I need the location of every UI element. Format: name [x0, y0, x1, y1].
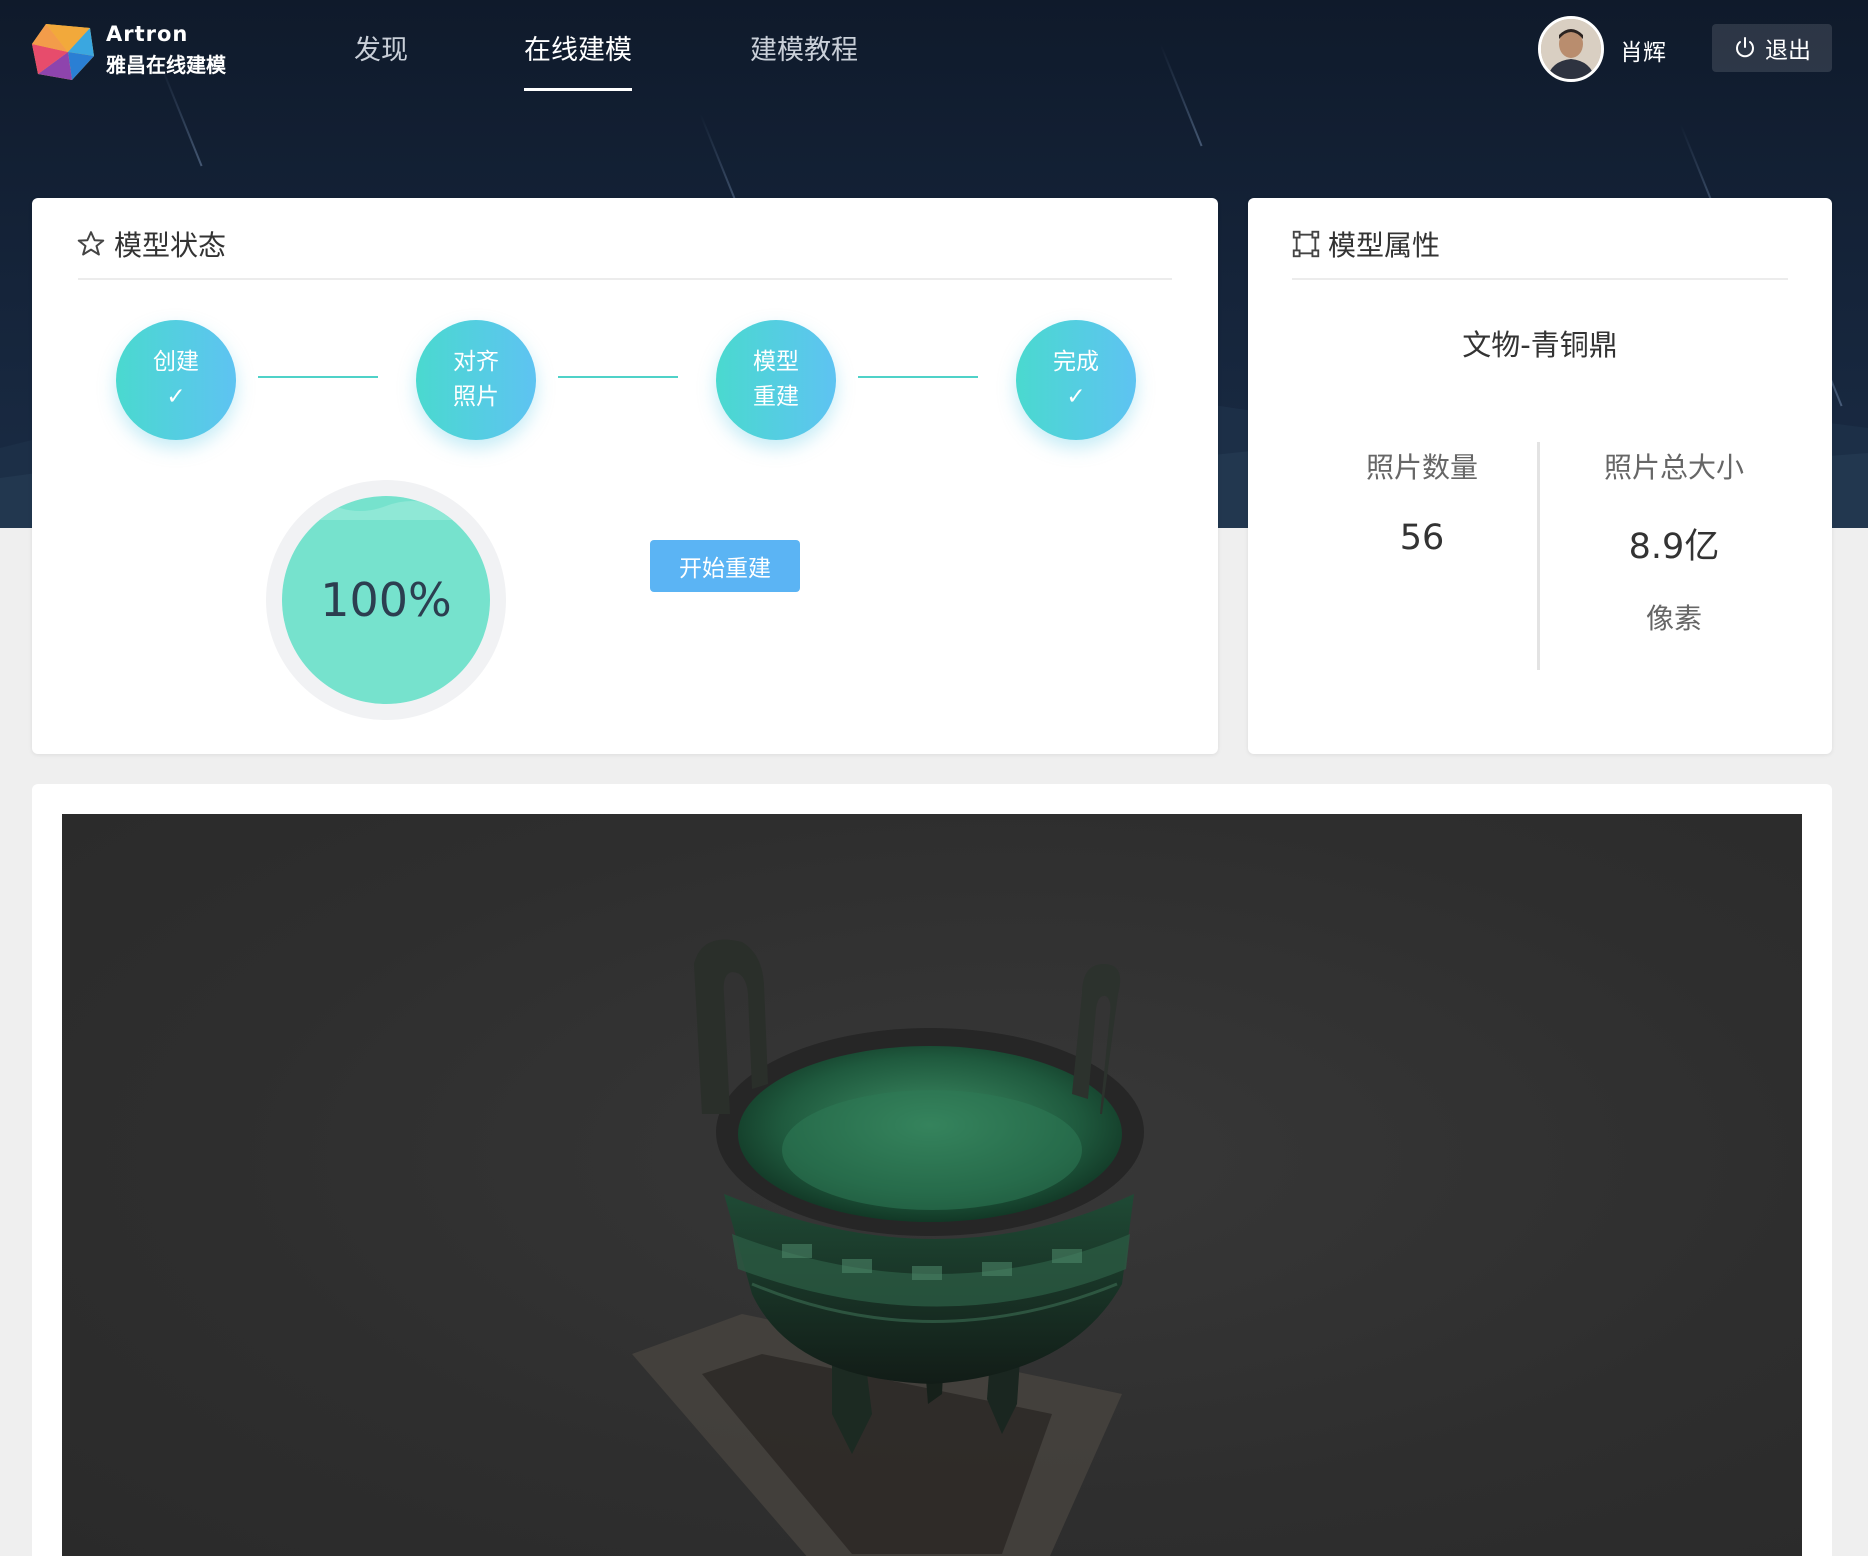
step-model-rebuild: 模型 重建 — [716, 320, 836, 440]
bronze-ding-model — [632, 939, 1144, 1556]
user-name: 肖辉 — [1620, 40, 1666, 66]
star-icon — [77, 231, 105, 256]
step-create-label: 创建 — [153, 349, 199, 375]
step-complete-label: 完成 — [1053, 349, 1099, 375]
step-align-line2: 照片 — [453, 384, 499, 410]
step-connector — [858, 376, 978, 378]
model-name: 文物-青铜鼎 — [1462, 328, 1618, 362]
photo-size-value: 8.9亿 — [1628, 527, 1720, 567]
nav-online-modeling-label: 在线建模 — [524, 35, 632, 66]
artron-logo-icon — [32, 24, 94, 80]
model-status-title: 模型状态 — [114, 229, 227, 262]
brand-name-en: Artron — [106, 22, 189, 46]
progress-ring: 100% — [266, 480, 506, 720]
check-icon: ✓ — [166, 384, 186, 410]
nav-online-modeling[interactable]: 在线建模 — [524, 28, 632, 91]
brand-logo[interactable]: Artron 雅昌在线建模 — [32, 22, 232, 82]
photo-size-label: 照片总大小 — [1603, 451, 1744, 484]
photo-size-stat: 照片总大小 8.9亿 像素 — [1564, 446, 1784, 637]
check-icon: ✓ — [1066, 384, 1086, 410]
step-create: 创建 ✓ — [116, 320, 236, 440]
step-rebuild-line2: 重建 — [753, 384, 799, 410]
step-complete: 完成 ✓ — [1016, 320, 1136, 440]
user-photo-icon — [1541, 19, 1601, 79]
model-properties-header: 模型属性 — [1292, 224, 1440, 264]
start-rebuild-button[interactable]: 开始重建 — [650, 540, 800, 592]
step-align-line1: 对齐 — [453, 349, 499, 375]
brand-name-cn: 雅昌在线建模 — [106, 53, 226, 77]
bounding-box-icon — [1292, 230, 1320, 258]
top-navigation-bar: Artron 雅昌在线建模 发现 在线建模 建模教程 肖辉 退出 — [0, 0, 1868, 95]
model-status-card: 模型状态 创建 ✓ 对齐 照片 模型 重建 完成 ✓ 100% 开始重建 — [32, 198, 1218, 754]
model-properties-card: 模型属性 文物-青铜鼎 照片数量 56 照片总大小 8.9亿 像素 — [1248, 198, 1832, 754]
card-divider — [78, 278, 1172, 280]
model-status-header: 模型状态 — [76, 224, 226, 264]
user-avatar[interactable] — [1538, 16, 1604, 82]
progress-percent: 100% — [320, 573, 452, 627]
step-connector — [258, 376, 378, 378]
photo-count-label: 照片数量 — [1365, 451, 1478, 484]
model-3d-viewer[interactable] — [62, 814, 1802, 1556]
photo-count-value: 56 — [1399, 518, 1445, 558]
power-icon — [1736, 37, 1754, 58]
photo-size-unit: 像素 — [1645, 602, 1702, 635]
photo-count-stat: 照片数量 56 — [1322, 446, 1522, 558]
active-tab-indicator — [524, 88, 632, 91]
step-rebuild-line1: 模型 — [753, 349, 799, 375]
step-connector — [558, 376, 678, 378]
model-properties-title: 模型属性 — [1328, 229, 1441, 262]
progress-circle: 100% — [282, 496, 490, 704]
stats-divider — [1537, 442, 1540, 670]
logout-label: 退出 — [1765, 38, 1811, 64]
logout-button[interactable]: 退出 — [1712, 24, 1832, 72]
nav-discover[interactable]: 发现 — [354, 28, 408, 67]
nav-modeling-tutorial[interactable]: 建模教程 — [750, 28, 858, 67]
card-divider — [1292, 278, 1788, 280]
step-align-photos: 对齐 照片 — [416, 320, 536, 440]
